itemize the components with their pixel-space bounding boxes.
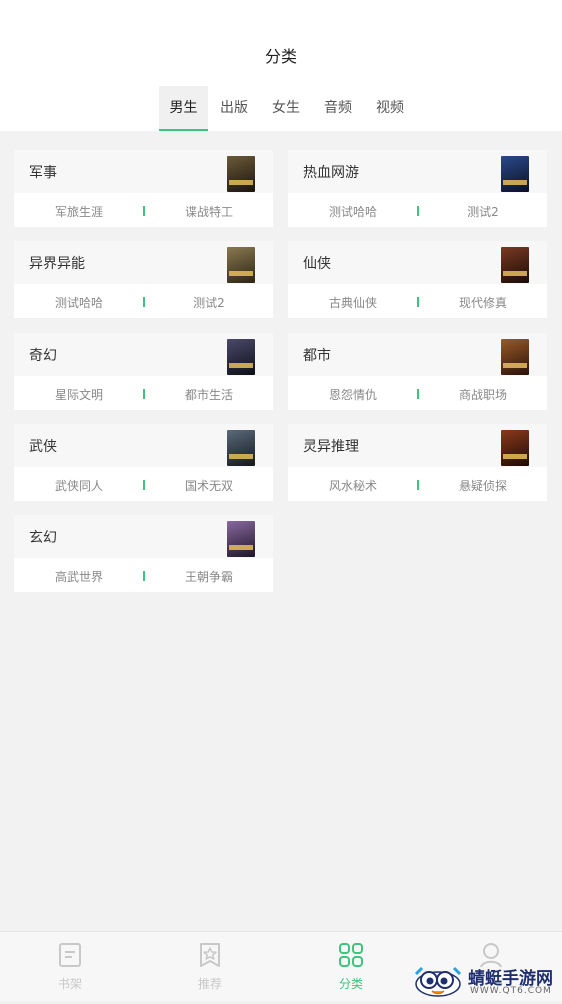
separator: [143, 480, 145, 490]
subcategory-link[interactable]: 测试哈哈: [298, 203, 408, 220]
watermark: 蜻蜓手游网 WWW.QT6.COM: [412, 960, 562, 1000]
separator: [143, 571, 145, 581]
category-title: 军事: [29, 165, 57, 181]
category-card-military[interactable]: 军事 军旅生涯 谍战特工: [14, 150, 273, 227]
subcategory-link[interactable]: 恩怨情仇: [298, 386, 408, 403]
dragonfly-logo-icon: [414, 966, 462, 997]
category-card-online-game[interactable]: 热血网游 测试哈哈 测试2: [288, 150, 547, 227]
tab-audio[interactable]: 音频: [312, 86, 364, 131]
category-card-urban[interactable]: 都市 恩怨情仇 商战职场: [288, 333, 547, 410]
nav-recommend[interactable]: 推荐: [140, 932, 280, 1001]
category-card-wuxia[interactable]: 武侠 武侠同人 国术无双: [14, 424, 273, 501]
subcategory-link[interactable]: 军旅生涯: [24, 203, 134, 220]
subcategory-link[interactable]: 现代修真: [428, 294, 538, 311]
book-cover-image[interactable]: [501, 156, 529, 192]
category-title: 玄幻: [29, 530, 57, 546]
nav-label: 推荐: [197, 977, 222, 991]
subcategory-link[interactable]: 商战职场: [428, 386, 538, 403]
book-cover-image[interactable]: [227, 430, 255, 466]
category-card-fantasy[interactable]: 奇幻 星际文明 都市生活: [14, 333, 273, 410]
category-card-xuanhuan[interactable]: 玄幻 高武世界 王朝争霸: [14, 515, 273, 592]
separator: [417, 206, 419, 216]
subcategory-link[interactable]: 测试哈哈: [24, 294, 134, 311]
subcategory-link[interactable]: 高武世界: [24, 568, 134, 585]
subcategory-link[interactable]: 风水秘术: [298, 477, 408, 494]
subcategory-link[interactable]: 谍战特工: [154, 203, 264, 220]
star-icon: [200, 943, 220, 967]
subcategory-link[interactable]: 悬疑侦探: [428, 477, 538, 494]
subcategory-link[interactable]: 王朝争霸: [154, 568, 264, 585]
watermark-url: WWW.QT6.COM: [470, 986, 552, 996]
nav-category[interactable]: 分类: [281, 932, 421, 1001]
nav-label: 书架: [57, 977, 82, 991]
nav-label: 分类: [338, 977, 363, 991]
nav-bookshelf[interactable]: 书架: [0, 932, 140, 1001]
book-cover-image[interactable]: [501, 430, 529, 466]
subcategory-link[interactable]: 测试2: [154, 294, 264, 311]
subcategory-link[interactable]: 武侠同人: [24, 477, 134, 494]
category-title: 奇幻: [29, 348, 57, 364]
separator: [417, 480, 419, 490]
subcategory-link[interactable]: 古典仙侠: [298, 294, 408, 311]
book-cover-image[interactable]: [227, 339, 255, 375]
tab-publish[interactable]: 出版: [208, 86, 260, 131]
subcategory-link[interactable]: 国术无双: [154, 477, 264, 494]
bookshelf-icon: [59, 943, 81, 967]
separator: [143, 297, 145, 307]
category-card-mystery[interactable]: 灵异推理 风水秘术 悬疑侦探: [288, 424, 547, 501]
tab-female[interactable]: 女生: [260, 86, 312, 131]
subcategory-link[interactable]: 星际文明: [24, 386, 134, 403]
category-title: 都市: [303, 348, 331, 364]
top-bar: 分类 男生 出版 女生 音频 视频: [0, 0, 562, 131]
book-cover-image[interactable]: [227, 247, 255, 283]
category-title: 仙侠: [303, 256, 331, 272]
subcategory-link[interactable]: 测试2: [428, 203, 538, 220]
tab-bar: 男生 出版 女生 音频 视频: [159, 86, 416, 131]
book-cover-image[interactable]: [501, 339, 529, 375]
separator: [417, 297, 419, 307]
book-cover-image[interactable]: [227, 521, 255, 557]
tab-male[interactable]: 男生: [159, 86, 208, 131]
separator: [417, 389, 419, 399]
separator: [143, 206, 145, 216]
book-cover-image[interactable]: [501, 247, 529, 283]
category-title: 热血网游: [303, 165, 359, 181]
category-title: 灵异推理: [303, 439, 359, 455]
subcategory-link[interactable]: 都市生活: [154, 386, 264, 403]
category-card-otherworld[interactable]: 异界异能 测试哈哈 测试2: [14, 241, 273, 318]
category-title: 异界异能: [29, 256, 85, 272]
tab-video[interactable]: 视频: [364, 86, 416, 131]
grid-icon: [339, 943, 363, 967]
category-title: 武侠: [29, 439, 57, 455]
book-cover-image[interactable]: [227, 156, 255, 192]
category-card-xianxia[interactable]: 仙侠 古典仙侠 现代修真: [288, 241, 547, 318]
separator: [143, 389, 145, 399]
page-title: 分类: [264, 47, 297, 66]
